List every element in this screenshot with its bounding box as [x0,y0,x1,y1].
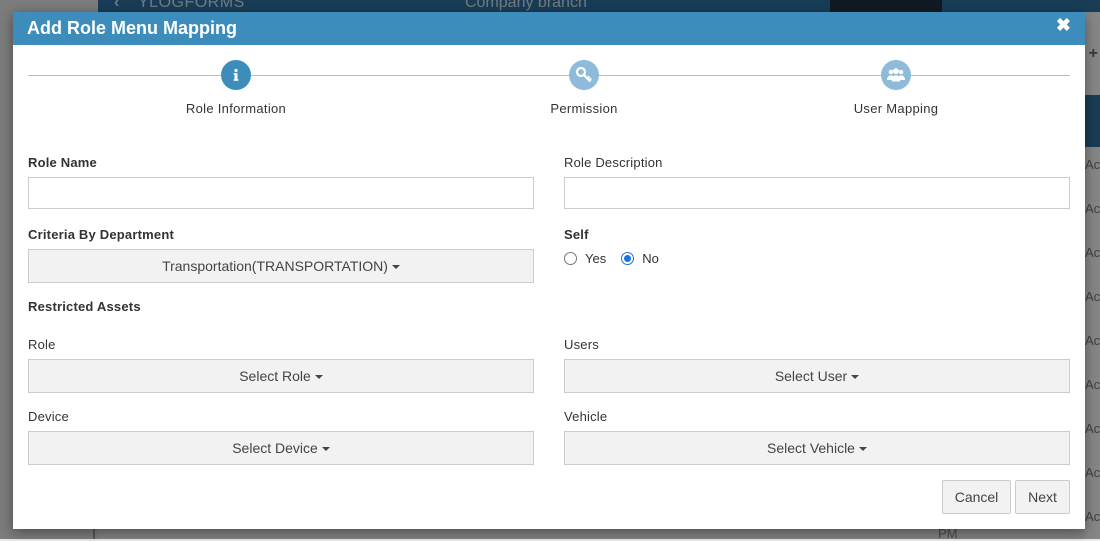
dropdown-value: Select User [774,368,848,384]
step-role-information[interactable]: Role Information [136,60,336,116]
users-icon [881,60,911,90]
step-label: Permission [550,101,618,116]
device-dropdown[interactable]: Select Device [28,431,534,465]
self-yes-label: Yes [585,251,607,266]
device-label: Device [28,409,69,424]
vehicle-label: Vehicle [564,409,608,424]
step-permission[interactable]: Permission [484,60,684,116]
add-role-menu-mapping-modal: Add Role Menu Mapping ✖ Role Information [13,12,1085,529]
dropdown-value: Select Role [239,368,311,384]
step-label: User Mapping [853,101,939,116]
caret-down-icon [851,375,860,379]
next-button[interactable]: Next [1015,480,1070,514]
role-name-label: Role Name [28,155,97,170]
restricted-assets-heading: Restricted Assets [28,299,141,314]
step-label: Role Information [185,101,287,116]
info-icon [221,60,251,90]
self-label: Self [564,227,589,242]
dropdown-value: Transportation(TRANSPORTATION) [162,258,388,274]
self-no-radio[interactable] [621,252,635,265]
role-dropdown[interactable]: Select Role [28,359,534,393]
caret-down-icon [858,447,867,451]
dropdown-value: Select Device [232,440,318,456]
modal-header: Add Role Menu Mapping ✖ [13,12,1085,45]
wizard-stepper: Role Information Permission User Mapping [28,48,1070,118]
vehicle-dropdown[interactable]: Select Vehicle [564,431,1070,465]
self-no-label: No [642,251,659,266]
users-dropdown[interactable]: Select User [564,359,1070,393]
dropdown-value: Select Vehicle [767,440,855,456]
role-label: Role [28,337,56,352]
users-label: Users [564,337,599,352]
self-radio-group: Yes No [564,251,659,266]
criteria-department-label: Criteria By Department [28,227,174,242]
role-description-label: Role Description [564,155,663,170]
self-yes-radio[interactable] [564,252,577,265]
role-name-input[interactable] [28,177,534,209]
caret-down-icon [314,375,323,379]
criteria-department-dropdown[interactable]: Transportation(TRANSPORTATION) [28,249,534,283]
step-user-mapping[interactable]: User Mapping [796,60,996,116]
cancel-button[interactable]: Cancel [942,480,1011,514]
caret-down-icon [391,265,400,269]
caret-down-icon [321,447,330,451]
modal-title: Add Role Menu Mapping [27,18,237,38]
key-icon [569,60,599,90]
close-icon[interactable]: ✖ [1056,15,1071,36]
role-description-input[interactable] [564,177,1070,209]
